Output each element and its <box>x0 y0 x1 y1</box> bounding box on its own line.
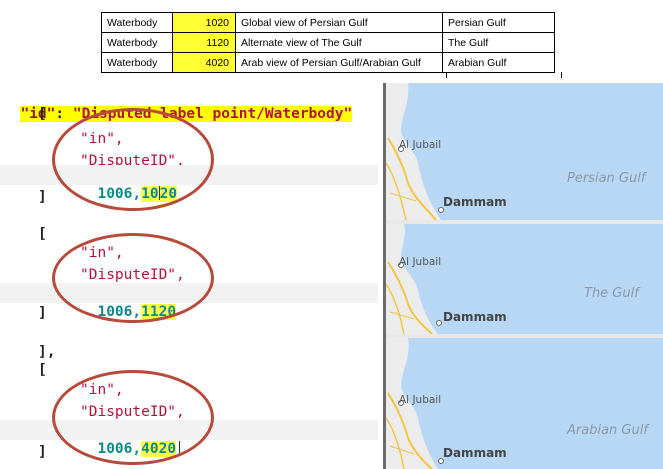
highlight-ellipse <box>52 233 214 323</box>
dispute-table: Waterbody 1020 Global view of Persian Gu… <box>101 12 555 73</box>
dispute-id-cell: 1020 <box>172 12 236 33</box>
colon: : <box>55 106 65 122</box>
table-row: Waterbody 4020 Arab view of Persian Gulf… <box>101 52 555 73</box>
table-row: Waterbody 1120 Alternate view of The Gul… <box>101 32 555 53</box>
table-row: Waterbody 1020 Global view of Persian Gu… <box>101 12 555 33</box>
dispute-id-cell: 1120 <box>172 32 236 53</box>
type-cell: Waterbody <box>101 12 173 33</box>
city-label-dammam: Dammam <box>443 446 507 460</box>
description-cell: Global view of Persian Gulf <box>235 12 443 33</box>
gulf-label: The Gulf <box>584 286 639 301</box>
close-bracket: ] <box>38 444 47 460</box>
map-view-the-gulf[interactable]: Al Jubail The Gulf Dammam <box>386 224 663 334</box>
city-marker <box>436 320 442 326</box>
description-cell: Arab view of Persian Gulf/Arabian Gulf <box>235 52 443 73</box>
gulf-label: Persian Gulf <box>567 171 646 186</box>
dispute-id-cell: 4020 <box>172 52 236 73</box>
open-bracket: [ <box>38 362 47 378</box>
gulf-label: Arabian Gulf <box>567 423 648 438</box>
close-bracket-comma: ], <box>38 344 56 360</box>
coastline <box>386 224 438 334</box>
description-cell: Alternate view of The Gulf <box>235 32 443 53</box>
city-label-al-jubail: Al Jubail <box>399 256 442 268</box>
open-bracket: [ <box>38 226 47 242</box>
label-cell: Arabian Gulf <box>442 52 555 73</box>
open-bracket: [ <box>38 106 47 122</box>
highlight-ellipse <box>52 108 214 211</box>
label-cell: The Gulf <box>442 32 555 53</box>
table-edge <box>446 72 562 78</box>
close-bracket: ] <box>38 189 47 205</box>
map-view-arabian-gulf[interactable]: Al Jubail Arabian Gulf Dammam <box>386 338 663 469</box>
label-cell: Persian Gulf <box>442 12 555 33</box>
highlight-ellipse <box>52 370 214 465</box>
close-bracket: ] <box>38 305 47 321</box>
city-label-al-jubail: Al Jubail <box>399 139 442 151</box>
map-view-persian-gulf[interactable]: Al Jubail Persian Gulf Dammam <box>386 83 663 220</box>
type-cell: Waterbody <box>101 32 173 53</box>
city-label-al-jubail: Al Jubail <box>399 394 442 406</box>
coastline <box>386 83 441 220</box>
type-cell: Waterbody <box>101 52 173 73</box>
city-label-dammam: Dammam <box>443 195 507 209</box>
city-label-dammam: Dammam <box>443 310 507 324</box>
